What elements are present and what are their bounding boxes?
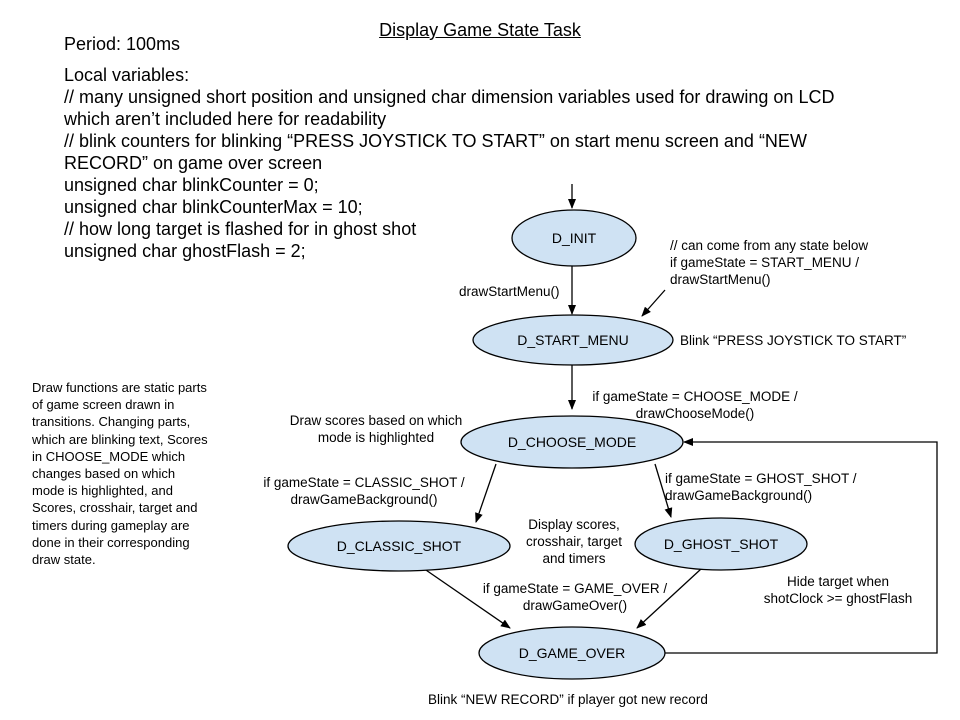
transition-choose-to-classic: if gameState = CLASSIC_SHOT / drawGameBa… — [245, 474, 483, 508]
transition-line: if gameState = GAME_OVER / — [482, 581, 668, 596]
arrow-any-to-start — [641, 289, 666, 317]
state-label-game-over: D_GAME_OVER — [518, 645, 626, 661]
action-line: and timers — [542, 551, 606, 566]
transition-line: drawChooseMode() — [635, 406, 755, 421]
action-line: crosshair, target — [525, 534, 623, 549]
action-line: shotClock >= ghostFlash — [763, 591, 913, 606]
transition-line: // can come from any state below — [670, 238, 869, 253]
gameplay-action: Display scores, crosshair, target and ti… — [512, 516, 636, 567]
action-line: Draw scores based on which — [289, 413, 463, 428]
transition-choose-to-ghost: if gameState = GHOST_SHOT / drawGameBack… — [665, 470, 856, 504]
start-menu-action: Blink “PRESS JOYSTICK TO START” — [680, 333, 907, 348]
transition-to-game-over: if gameState = GAME_OVER / drawGameOver(… — [462, 580, 688, 614]
game-over-action: Blink “NEW RECORD” if player got new rec… — [428, 692, 708, 707]
state-label-classic-shot: D_CLASSIC_SHOT — [336, 538, 462, 554]
action-line: Display scores, — [528, 517, 620, 532]
state-label-start-menu: D_START_MENU — [517, 332, 629, 348]
transition-line: if gameState = START_MENU / — [670, 255, 859, 270]
transition-line: drawStartMenu() — [670, 272, 771, 287]
transition-start-to-choose: if gameState = CHOOSE_MODE / drawChooseM… — [580, 388, 810, 422]
action-line: Hide target when — [786, 574, 890, 589]
transition-line: drawGameOver() — [522, 598, 628, 613]
ghost-shot-action: Hide target when shotClock >= ghostFlash — [746, 573, 930, 607]
state-label-ghost-shot: D_GHOST_SHOT — [663, 536, 779, 552]
transition-any-to-start: // can come from any state below if game… — [670, 237, 868, 288]
state-label-init: D_INIT — [551, 230, 597, 246]
transition-line: if gameState = GHOST_SHOT / — [665, 471, 857, 486]
choose-mode-action: Draw scores based on which mode is highl… — [276, 412, 476, 446]
transition-line: if gameState = CLASSIC_SHOT / — [263, 475, 465, 490]
transition-line: if gameState = CHOOSE_MODE / — [592, 389, 798, 404]
transition-init-to-start: drawStartMenu() — [459, 284, 560, 299]
transition-line: drawGameBackground() — [290, 492, 438, 507]
action-line: mode is highlighted — [317, 430, 435, 445]
transition-line: drawGameBackground() — [665, 488, 813, 503]
state-label-choose-mode: D_CHOOSE_MODE — [507, 434, 637, 450]
